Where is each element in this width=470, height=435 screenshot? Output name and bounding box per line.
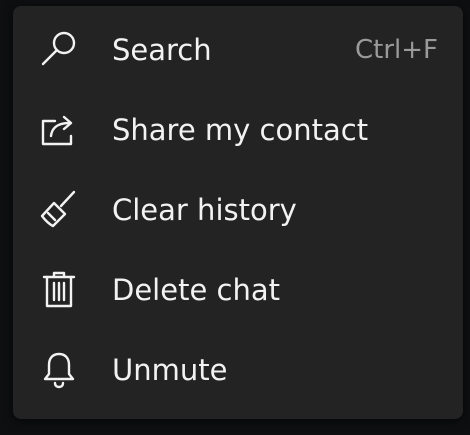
menu-item-delete-chat[interactable]: Delete chat	[13, 246, 463, 326]
menu-item-search[interactable]: Search Ctrl+F	[13, 6, 463, 86]
menu-item-label: Clear history	[112, 193, 297, 227]
share-icon	[37, 108, 81, 152]
menu-item-share-contact[interactable]: Share my contact	[13, 86, 463, 166]
menu-item-clear-history[interactable]: Clear history	[13, 166, 463, 246]
bell-icon	[37, 348, 81, 392]
broom-icon	[37, 188, 81, 232]
search-icon	[37, 28, 81, 72]
menu-item-label: Search	[112, 33, 212, 67]
menu-item-unmute[interactable]: Unmute	[13, 326, 463, 406]
menu-item-label: Delete chat	[112, 273, 280, 307]
chat-context-menu: Search Ctrl+F Share my contact Clear his…	[13, 6, 463, 419]
menu-item-label: Share my contact	[112, 113, 369, 147]
menu-item-shortcut: Ctrl+F	[354, 35, 438, 65]
menu-item-label: Unmute	[112, 353, 228, 387]
trash-icon	[37, 268, 81, 312]
